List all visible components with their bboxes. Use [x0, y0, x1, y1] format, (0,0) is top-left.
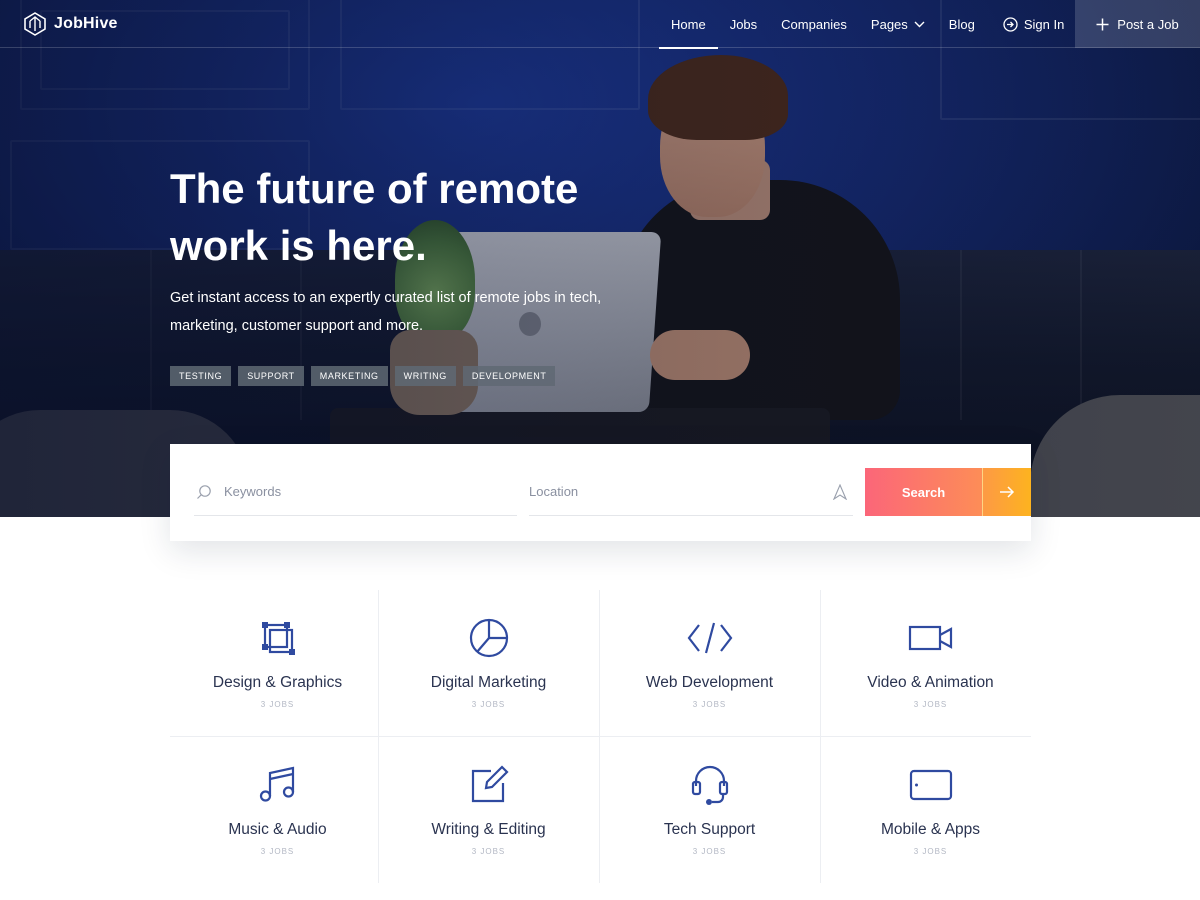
category-count: 3 JOBS — [913, 700, 948, 709]
location-field — [529, 468, 853, 516]
tag-development[interactable]: DEVELOPMENT — [462, 366, 556, 386]
search-button-label: Search — [865, 468, 982, 516]
category-design-graphics[interactable]: Design & Graphics 3 JOBS — [170, 590, 385, 736]
headset-icon — [602, 765, 817, 805]
category-title: Mobile & Apps — [880, 821, 981, 838]
brand-name: JobHive — [54, 15, 118, 32]
nav-link-pages-label: Pages — [870, 16, 908, 32]
category-title: Video & Animation — [867, 674, 994, 691]
tablet-icon — [823, 765, 1038, 805]
pie-chart-icon — [381, 618, 596, 658]
category-count: 3 JOBS — [692, 700, 727, 709]
sign-in-link[interactable]: Sign In — [991, 0, 1076, 48]
category-music-audio[interactable]: Music & Audio 3 JOBS — [170, 737, 385, 883]
location-arrow-icon — [833, 484, 847, 500]
tag-list: TESTING SUPPORT MARKETING WRITING DEVELO… — [170, 366, 556, 386]
brand-logo[interactable]: JobHive — [24, 12, 118, 36]
search-card: Search — [170, 444, 1031, 541]
nav-link-blog[interactable]: Blog — [937, 0, 987, 48]
post-job-label: Post a Job — [1117, 16, 1179, 32]
category-title: Digital Marketing — [430, 674, 547, 691]
hero-title: The future of remote work is here. — [170, 165, 579, 269]
category-writing-editing[interactable]: Writing & Editing 3 JOBS — [381, 737, 596, 883]
location-input[interactable] — [529, 468, 853, 515]
category-count: 3 JOBS — [471, 847, 506, 856]
category-digital-marketing[interactable]: Digital Marketing 3 JOBS — [381, 590, 596, 736]
design-icon — [170, 618, 385, 658]
search-icon — [197, 485, 211, 499]
nav-link-pages[interactable]: Pages — [859, 0, 937, 48]
keywords-field — [194, 468, 517, 516]
category-video-animation[interactable]: Video & Animation 3 JOBS — [823, 590, 1038, 736]
category-grid: Design & Graphics 3 JOBS Digital Marketi… — [170, 590, 1031, 883]
category-count: 3 JOBS — [913, 847, 948, 856]
video-camera-icon — [823, 618, 1038, 658]
nav-link-jobs[interactable]: Jobs — [718, 0, 769, 48]
category-title: Writing & Editing — [431, 821, 546, 838]
tag-writing[interactable]: WRITING — [394, 366, 456, 386]
plus-icon — [1096, 18, 1109, 30]
tag-marketing[interactable]: MARKETING — [310, 366, 388, 386]
music-note-icon — [170, 765, 385, 805]
category-title: Music & Audio — [228, 821, 327, 838]
hero-subtitle: Get instant access to an expertly curate… — [170, 290, 602, 334]
hive-logo-icon — [24, 12, 46, 36]
nav-link-home[interactable]: Home — [659, 0, 718, 49]
tag-testing[interactable]: TESTING — [170, 366, 232, 386]
category-title: Web Development — [645, 674, 774, 691]
edit-icon — [381, 765, 596, 805]
top-navbar: JobHive Home Jobs Companies Pages Blog S… — [0, 0, 1200, 49]
code-icon — [602, 618, 817, 658]
tag-support[interactable]: SUPPORT — [238, 366, 304, 386]
post-job-button[interactable]: Post a Job — [1075, 0, 1200, 48]
category-count: 3 JOBS — [471, 700, 506, 709]
category-count: 3 JOBS — [260, 847, 295, 856]
sign-in-icon — [1003, 16, 1018, 32]
category-title: Tech Support — [663, 821, 756, 838]
nav-links: Home Jobs Companies Pages Blog Sign In — [659, 0, 1076, 49]
category-web-development[interactable]: Web Development 3 JOBS — [602, 590, 817, 736]
keywords-input[interactable] — [194, 468, 517, 515]
category-count: 3 JOBS — [260, 700, 295, 709]
arrow-right-icon — [982, 468, 1031, 516]
category-count: 3 JOBS — [692, 847, 727, 856]
search-button[interactable]: Search — [865, 468, 1031, 516]
category-mobile-apps[interactable]: Mobile & Apps 3 JOBS — [823, 737, 1038, 883]
sign-in-label: Sign In — [1023, 16, 1065, 32]
chevron-down-icon — [914, 21, 925, 27]
nav-link-companies[interactable]: Companies — [769, 0, 859, 48]
category-tech-support[interactable]: Tech Support 3 JOBS — [602, 737, 817, 883]
category-title: Design & Graphics — [212, 674, 343, 691]
